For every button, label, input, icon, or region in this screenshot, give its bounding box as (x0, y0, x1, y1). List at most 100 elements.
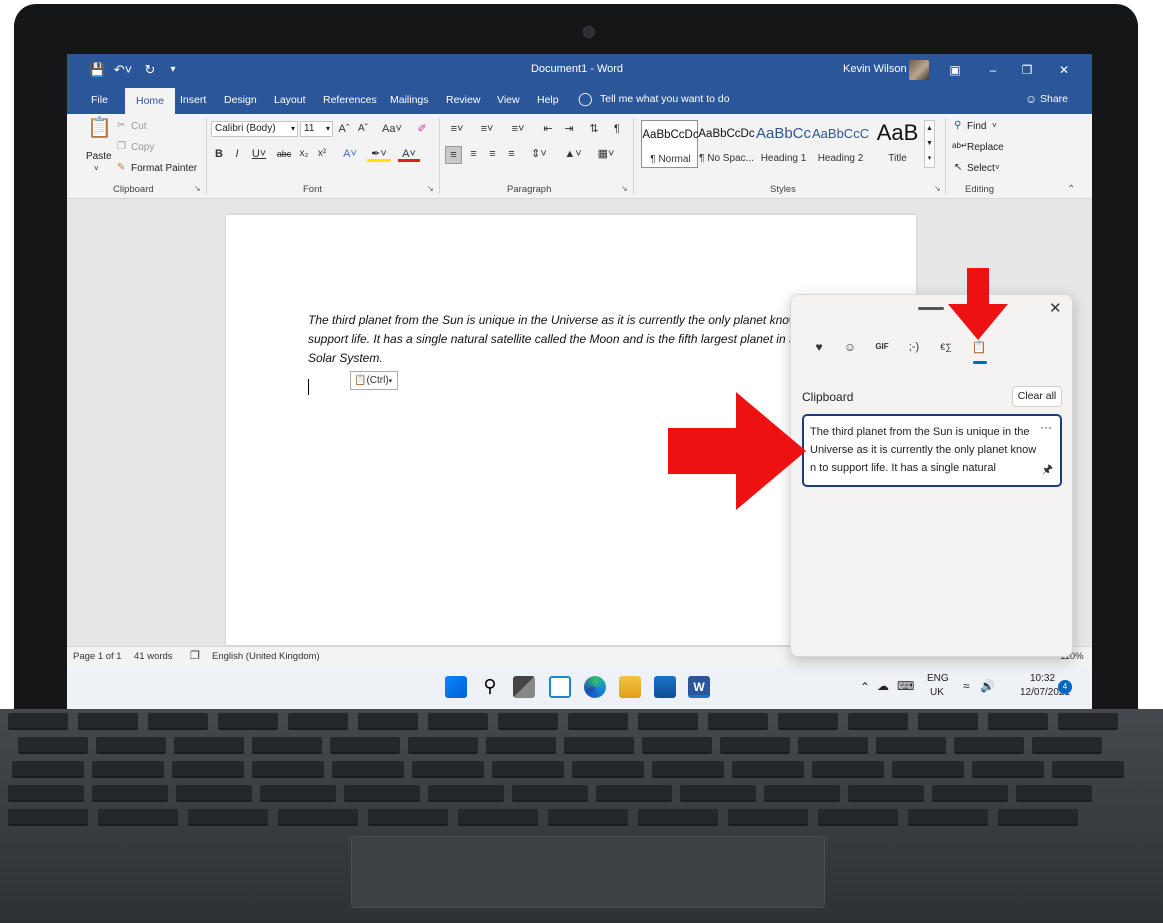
undo-icon[interactable]: ↶˅ (112, 61, 134, 79)
kaomoji-icon[interactable]: ;-) (903, 337, 925, 357)
shading-icon[interactable]: ▲˅ (561, 146, 585, 162)
tab-layout[interactable]: Layout (274, 94, 306, 107)
strikethrough-button[interactable]: abc (275, 146, 293, 162)
shrink-font-icon[interactable]: Aˇ (356, 121, 370, 137)
font-size-combo[interactable]: 11 ▾ (300, 121, 333, 137)
symbols-icon[interactable]: €∑ (935, 337, 957, 357)
user-name[interactable]: Kevin Wilson (843, 63, 907, 75)
language-status[interactable]: English (United Kingdom) (212, 651, 320, 662)
style-heading-1[interactable]: AaBbCc Heading 1 (755, 120, 812, 168)
find-button[interactable]: Find (967, 121, 986, 132)
tab-references[interactable]: References (323, 94, 377, 107)
style-no-spacing[interactable]: AaBbCcDc ¶ No Spac... (698, 120, 755, 168)
clear-formatting-icon[interactable]: ✐ (415, 121, 429, 137)
avatar[interactable] (909, 60, 929, 80)
paste-button[interactable]: Paste (86, 151, 112, 162)
collapse-ribbon-icon[interactable]: ⌃ (1067, 184, 1075, 195)
input-region[interactable]: UK (930, 687, 944, 698)
ribbon-display-options-icon[interactable]: ▣ (943, 60, 967, 80)
document-paragraph[interactable]: The third planet from the Sun is unique … (308, 311, 828, 368)
proofing-icon[interactable]: ❐ (190, 649, 200, 662)
gif-icon[interactable]: GIF (871, 337, 893, 357)
clipboard-item[interactable]: The third planet from the Sun is unique … (802, 414, 1062, 487)
replace-button[interactable]: Replace (967, 142, 1004, 153)
pin-icon[interactable]: 🖈 (1042, 460, 1053, 481)
task-view-icon[interactable] (513, 676, 535, 698)
word-taskbar-icon[interactable]: W (688, 676, 710, 698)
style-heading-2[interactable]: AaBbCcC Heading 2 (812, 120, 869, 168)
line-spacing-icon[interactable]: ⇕˅ (527, 146, 551, 162)
bullets-icon[interactable]: ≡˅ (445, 121, 469, 137)
drag-handle[interactable] (918, 307, 944, 310)
paste-options-button[interactable]: 📋(Ctrl)▾ (350, 371, 398, 390)
emoji-icon[interactable]: ☺ (839, 337, 861, 357)
tell-me-search[interactable]: Tell me what you want to do (600, 93, 730, 105)
clear-all-button[interactable]: Clear all (1012, 386, 1062, 407)
align-left-button[interactable]: ≡ (445, 146, 462, 164)
notification-badge[interactable]: 4 (1058, 680, 1072, 694)
select-button[interactable]: Select (967, 163, 995, 174)
tab-design[interactable]: Design (224, 94, 257, 107)
more-options-icon[interactable]: ··· (1040, 420, 1052, 434)
style-normal[interactable]: AaBbCcDc ¶ Normal (641, 120, 699, 168)
tab-view[interactable]: View (497, 94, 520, 107)
mail-icon[interactable] (654, 676, 676, 698)
start-windows-icon[interactable] (445, 676, 467, 698)
align-right-button[interactable]: ≡ (484, 146, 501, 162)
edge-browser-icon[interactable] (584, 676, 606, 698)
grow-font-icon[interactable]: Aˆ (337, 121, 351, 137)
keyboard-icon[interactable]: ⌨ (897, 679, 914, 693)
borders-icon[interactable]: ▦˅ (594, 146, 618, 162)
search-icon[interactable]: ⚲ (479, 676, 501, 698)
close-button[interactable]: ✕ (1052, 60, 1076, 80)
format-painter-button[interactable]: Format Painter (131, 163, 197, 174)
copy-button[interactable]: Copy (131, 142, 154, 153)
bold-button[interactable]: B (213, 146, 225, 162)
justify-button[interactable]: ≡ (503, 146, 520, 162)
clipboard-history-icon[interactable]: 📋 (968, 337, 990, 357)
wifi-icon[interactable]: ≈ (963, 679, 970, 693)
page-count[interactable]: Page 1 of 1 (73, 651, 122, 662)
cut-button[interactable]: Cut (131, 121, 147, 132)
font-name-combo[interactable]: Calibri (Body) ▾ (211, 121, 298, 137)
sort-icon[interactable]: ⇅ (586, 121, 602, 137)
minimize-button[interactable]: – (981, 60, 1005, 80)
paste-icon[interactable]: 📋 (87, 118, 112, 146)
restore-button[interactable]: ❐ (1015, 60, 1039, 80)
customize-quick-access-icon[interactable]: ▾ (167, 61, 179, 79)
tab-review[interactable]: Review (446, 94, 480, 107)
file-explorer-icon[interactable] (619, 676, 641, 698)
highlight-icon[interactable]: ✒˅ (367, 146, 391, 162)
tab-insert[interactable]: Insert (180, 94, 206, 107)
text-effects-icon[interactable]: A˅ (340, 146, 360, 162)
share-button[interactable]: Share (1040, 93, 1068, 105)
underline-button[interactable]: U˅ (249, 146, 269, 162)
italic-button[interactable]: I (231, 146, 243, 162)
styles-launcher-icon[interactable]: ↘ (934, 184, 941, 193)
word-count[interactable]: 41 words (134, 651, 173, 662)
styles-scroll[interactable]: ▲ ▼ ▾ (924, 120, 935, 168)
clock-time[interactable]: 10:32 (1030, 673, 1055, 684)
widgets-icon[interactable] (549, 676, 571, 698)
redo-icon[interactable]: ↻ (142, 61, 158, 79)
tab-help[interactable]: Help (537, 94, 559, 107)
input-language[interactable]: ENG (927, 673, 949, 684)
tab-home[interactable]: Home (125, 88, 175, 114)
font-launcher-icon[interactable]: ↘ (427, 184, 434, 193)
subscript-button[interactable]: x₂ (297, 146, 311, 162)
tab-mailings[interactable]: Mailings (390, 94, 429, 107)
show-formatting-marks-icon[interactable]: ¶ (610, 121, 624, 137)
emoji-sticker-icon[interactable]: ♥ (808, 337, 830, 357)
volume-icon[interactable]: 🔊 (980, 679, 995, 693)
numbering-icon[interactable]: ≡˅ (475, 121, 499, 137)
font-color-icon[interactable]: A˅ (398, 146, 420, 162)
close-icon[interactable]: ✕ (1049, 299, 1062, 317)
tab-file[interactable]: File (91, 94, 108, 107)
onedrive-cloud-icon[interactable]: ☁ (877, 679, 889, 693)
align-center-button[interactable]: ≡ (465, 146, 482, 162)
paste-dropdown-icon[interactable]: ˅ (94, 164, 99, 173)
style-title[interactable]: AaB Title (869, 120, 926, 168)
decrease-indent-icon[interactable]: ⇤ (539, 121, 557, 137)
multilevel-list-icon[interactable]: ≡˅ (506, 121, 530, 137)
save-icon[interactable]: 💾 (89, 61, 105, 79)
